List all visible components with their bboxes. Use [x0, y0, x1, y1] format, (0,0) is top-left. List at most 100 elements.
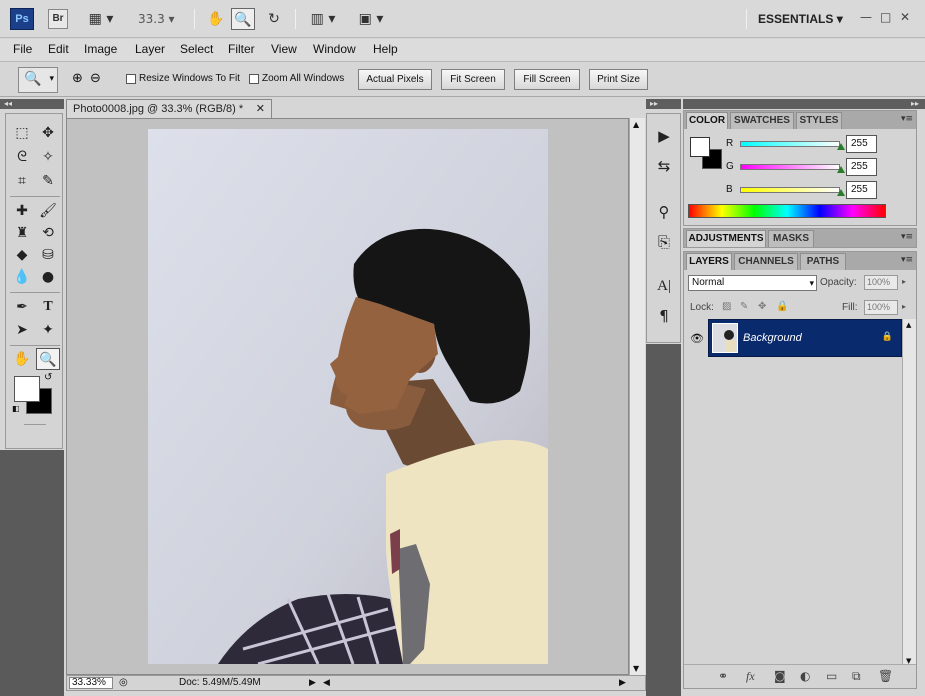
document-tab[interactable]: Photo0008.jpg @ 33.3% (RGB/8) * ✕ [66, 99, 272, 118]
resize-windows-checkbox[interactable] [126, 74, 136, 84]
actual-pixels-button[interactable]: Actual Pixels [358, 69, 432, 90]
magic-wand-tool-icon[interactable]: ✧ [36, 146, 60, 168]
vertical-scrollbar[interactable]: ▲ ▼ [629, 118, 645, 675]
pen-tool-icon[interactable]: ✒ [10, 296, 34, 318]
zoom-in-icon[interactable]: ⊕ [72, 71, 83, 86]
status-menu-arrow-icon[interactable]: ▶ [309, 677, 316, 688]
new-layer-icon[interactable]: ⧉ [852, 669, 861, 684]
foreground-color-swatch[interactable] [14, 376, 40, 402]
hand-tool-panel-icon[interactable]: ✋ [10, 348, 34, 370]
menu-layer[interactable]: Layer [135, 42, 165, 56]
rotate-view-icon[interactable]: ↻ [263, 8, 285, 30]
blend-mode-select[interactable]: Normal ▾ [688, 275, 817, 291]
adjustment-layer-icon[interactable]: ◐ [800, 669, 810, 683]
eyedropper-tool-icon[interactable]: ✎ [36, 170, 60, 192]
tab-adjustments[interactable]: ADJUSTMENTS [686, 230, 766, 247]
clone-stamp-tool-icon[interactable]: ♜ [10, 222, 34, 244]
actions-panel-icon[interactable]: ▶ [654, 126, 674, 146]
hand-tool-icon[interactable]: ✋ [205, 8, 227, 30]
launch-bridge-button[interactable]: Br [48, 9, 68, 29]
adjust-panel-menu-icon[interactable]: ▾≡ [901, 232, 913, 242]
fill-screen-button[interactable]: Fill Screen [514, 69, 580, 90]
tab-layers[interactable]: LAYERS [686, 253, 732, 270]
view-extras-icon[interactable]: ▦ ▾ [84, 8, 118, 30]
red-slider-knob[interactable] [837, 143, 845, 150]
blue-slider[interactable] [740, 187, 840, 193]
menu-edit[interactable]: Edit [48, 42, 69, 56]
layer-visibility-eye-icon[interactable]: 👁 [690, 332, 704, 345]
tab-swatches[interactable]: SWATCHES [730, 112, 794, 129]
history-brush-tool-icon[interactable]: ⟲ [36, 222, 60, 244]
tab-masks[interactable]: MASKS [768, 230, 814, 247]
move-tool-icon[interactable]: ✥ [36, 122, 60, 144]
fit-screen-button[interactable]: Fit Screen [441, 69, 505, 90]
lock-pixels-icon[interactable]: ✎ [740, 301, 748, 312]
blue-slider-knob[interactable] [837, 189, 845, 196]
lasso-tool-icon[interactable]: ᘓ [10, 146, 34, 168]
tool-preset-picker[interactable]: 🔍 ▾ [18, 67, 58, 93]
zoom-all-windows-checkbox[interactable] [249, 74, 259, 84]
layers-scroll-up-icon[interactable]: ▲ [906, 321, 911, 329]
arrange-documents-icon[interactable]: ▥ ▾ [305, 8, 341, 30]
paint-bucket-tool-icon[interactable]: ⛁ [36, 244, 60, 266]
healing-brush-tool-icon[interactable]: ✚ [10, 200, 34, 222]
lock-position-icon[interactable]: ✥ [758, 301, 766, 312]
maximize-icon[interactable]: □ [880, 10, 891, 24]
zoom-level-dropdown[interactable]: 33.3 ▾ [138, 8, 182, 30]
type-tool-icon[interactable]: T [36, 296, 60, 318]
lock-transparent-icon[interactable]: ▨ [722, 301, 731, 312]
brushes-panel-icon[interactable]: ⚲ [654, 202, 674, 222]
character-panel-icon[interactable]: A| [654, 276, 674, 296]
workspace-switcher[interactable]: ESSENTIALS ▾ [758, 12, 843, 26]
default-colors-icon[interactable]: ◧ [12, 404, 20, 413]
menu-file[interactable]: File [13, 42, 32, 56]
fill-arrow-icon[interactable]: ▸ [902, 302, 906, 311]
color-spectrum-ramp[interactable] [688, 204, 886, 218]
menu-image[interactable]: Image [84, 42, 117, 56]
layers-scrollbar[interactable]: ▲ ▼ [902, 319, 916, 667]
red-value-field[interactable]: 255 [846, 135, 877, 153]
history-panel-icon[interactable]: ⇆ [654, 156, 674, 176]
blur-tool-icon[interactable]: 💧 [10, 266, 34, 288]
brush-tool-icon[interactable]: 🖌 [36, 200, 60, 222]
delete-layer-icon[interactable]: 🗑 [878, 669, 893, 683]
tab-color[interactable]: COLOR [686, 112, 728, 129]
status-zoom-field[interactable]: 33.33% [69, 677, 113, 689]
scroll-right-icon[interactable]: ▶ [619, 677, 626, 688]
layer-style-icon[interactable]: fx [746, 669, 755, 684]
green-slider-knob[interactable] [837, 166, 845, 173]
menu-help[interactable]: Help [373, 42, 398, 56]
panels-collapse-bar[interactable]: ▸▸ [683, 99, 925, 109]
document-canvas[interactable] [66, 118, 629, 675]
zoom-out-icon[interactable]: ⊖ [90, 71, 101, 86]
scroll-up-icon[interactable]: ▲ [633, 120, 639, 129]
tab-styles[interactable]: STYLES [796, 112, 842, 129]
marquee-tool-icon[interactable]: ⬚ [10, 122, 34, 144]
paragraph-panel-icon[interactable]: ¶ [654, 306, 674, 326]
blue-value-field[interactable]: 255 [846, 181, 877, 199]
layer-row-background[interactable]: Background 🔒 [708, 319, 902, 357]
minimize-icon[interactable]: — [860, 10, 872, 24]
menu-view[interactable]: View [271, 42, 297, 56]
fill-field[interactable]: 100% [864, 300, 898, 315]
panel-foreground-swatch[interactable] [690, 137, 710, 157]
add-mask-icon[interactable]: ◙ [774, 669, 786, 683]
menu-filter[interactable]: Filter [228, 42, 255, 56]
layers-panel-menu-icon[interactable]: ▾≡ [901, 255, 913, 265]
eraser-tool-icon[interactable]: ◆ [10, 244, 34, 266]
custom-shape-tool-icon[interactable]: ✦ [36, 319, 60, 341]
green-value-field[interactable]: 255 [846, 158, 877, 176]
tab-paths[interactable]: PATHS [800, 253, 846, 270]
status-info-icon[interactable]: ◎ [119, 677, 128, 688]
zoom-tool-panel-icon[interactable]: 🔍 [36, 348, 60, 370]
opacity-arrow-icon[interactable]: ▸ [902, 277, 906, 286]
screen-mode-icon[interactable]: ▣ ▾ [353, 8, 389, 30]
close-document-icon[interactable]: ✕ [256, 100, 265, 118]
tools-collapse-bar[interactable]: ◂◂ [0, 99, 64, 109]
panel-menu-icon[interactable]: ▾≡ [901, 114, 913, 124]
clone-source-panel-icon[interactable]: ⎘ [654, 232, 674, 252]
scroll-left-icon[interactable]: ◀ [323, 677, 330, 688]
green-slider[interactable] [740, 164, 840, 170]
menu-window[interactable]: Window [313, 42, 356, 56]
new-group-icon[interactable]: ▭ [826, 669, 837, 683]
